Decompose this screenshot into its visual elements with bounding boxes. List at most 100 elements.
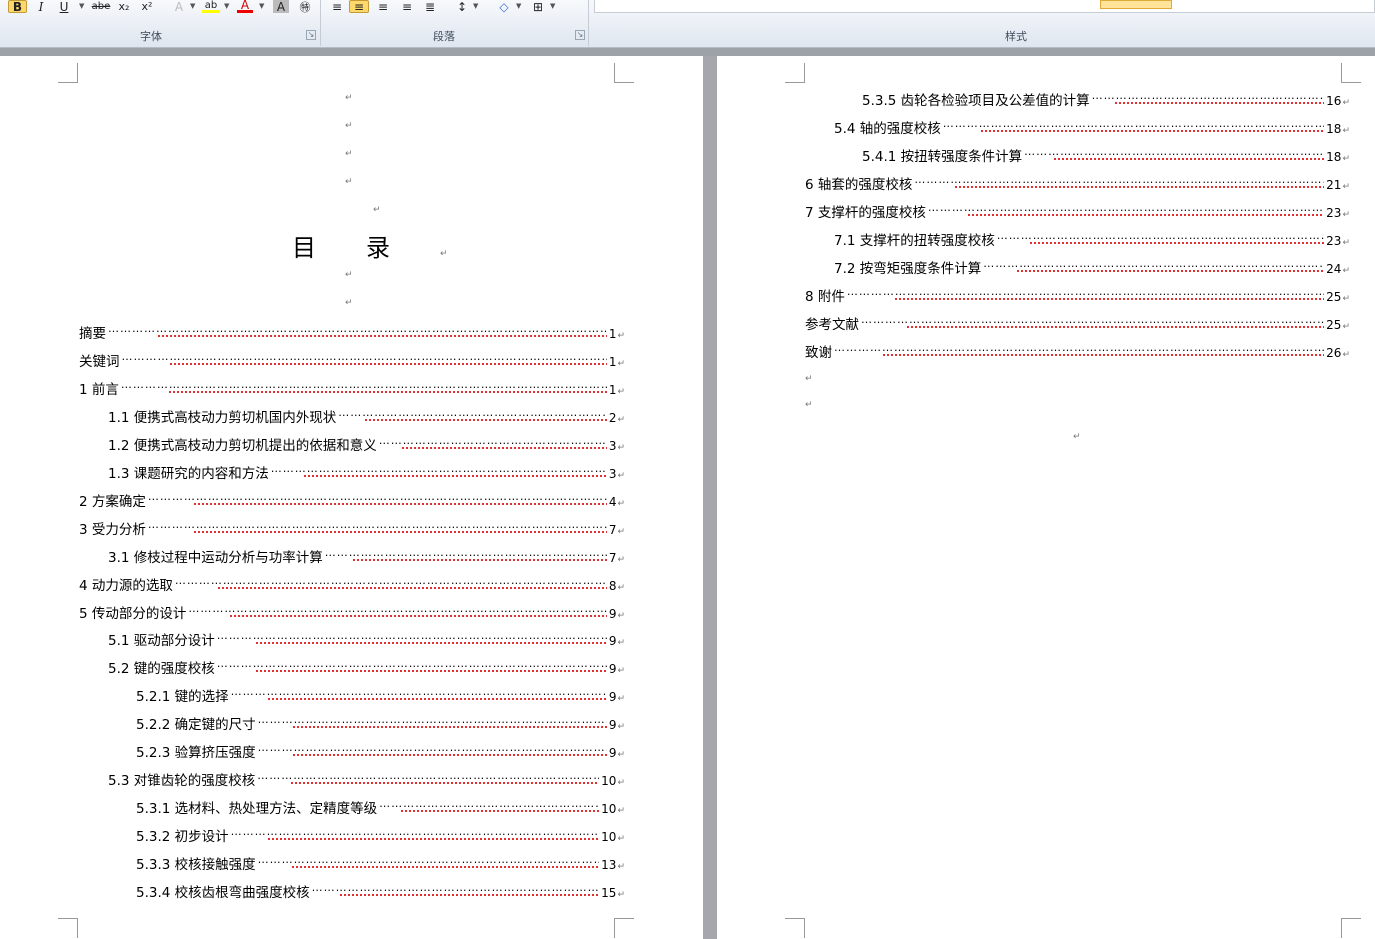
toc-entry[interactable]: 2 方案确定 4↵ (79, 490, 625, 510)
italic-button[interactable]: I (34, 0, 48, 14)
toc-entry[interactable]: 7.2 按弯矩强度条件计算 24↵ (834, 257, 1350, 277)
toc-entry[interactable]: 5.3.2 初步设计 10↵ (136, 825, 625, 845)
paragraph-mark: ↵ (617, 582, 625, 593)
toc-entry-label: 8 附件 (805, 289, 845, 305)
toc-entry[interactable]: 1.3 课题研究的内容和方法 3↵ (108, 462, 625, 482)
font-color-button[interactable]: A (237, 0, 253, 13)
toc-entry[interactable]: 1.1 便携式高枝动力剪切机国内外现状 2↵ (108, 406, 625, 426)
font-group-label: 字体 (140, 30, 162, 43)
paragraph-mark: ↵ (617, 638, 625, 649)
crop-mark (785, 63, 805, 83)
text-effects-button[interactable]: A (170, 0, 188, 14)
toc-entry-label: 参考文献 (805, 317, 859, 333)
toc-entry[interactable]: 1.2 便携式高枝动力剪切机提出的依据和意义 3↵ (108, 434, 625, 454)
font-color-dropdown-icon[interactable]: ▼ (259, 2, 264, 10)
superscript-button[interactable]: x² (139, 0, 155, 13)
underline-button[interactable]: U (57, 0, 71, 14)
toc-page-number: 7 (608, 550, 617, 565)
toc-entry[interactable]: 关键词 1↵ (79, 350, 625, 370)
toc-entry-label: 1.3 课题研究的内容和方法 (108, 465, 269, 482)
styles-gallery[interactable] (594, 0, 1375, 13)
highlight-dropdown-icon[interactable]: ▼ (224, 2, 229, 10)
borders-dropdown-icon[interactable]: ▼ (550, 2, 555, 10)
toc-entry[interactable]: 1 前言 1↵ (79, 378, 625, 398)
toc-entry[interactable]: 6 轴套的强度校核 21↵ (805, 173, 1350, 193)
toc-entry[interactable]: 5.3 对锥齿轮的强度校核 10↵ (108, 769, 625, 789)
paragraph-mark: ↵ (617, 414, 625, 425)
paragraph-mark: ↵ (805, 374, 813, 384)
toc-entry-label: 5.3.5 齿轮各检验项目及公差值的计算 (862, 93, 1090, 109)
toc-leader-dots (834, 341, 1325, 357)
toc-page-number: 9 (608, 746, 617, 761)
bold-button[interactable]: B (8, 0, 27, 14)
shading-button[interactable]: ◇ (496, 0, 512, 14)
crop-mark (1341, 918, 1361, 938)
line-spacing-dropdown-icon[interactable]: ▼ (473, 2, 478, 10)
toc-entry[interactable]: 3.1 修枝过程中运动分析与功率计算 7↵ (108, 546, 625, 566)
crop-mark (614, 63, 634, 83)
paragraph-mark: ↵ (345, 270, 353, 280)
toc-entry[interactable]: 4 动力源的选取 8↵ (79, 574, 625, 594)
toc-entry-label: 1.1 便携式高枝动力剪切机国内外现状 (108, 409, 337, 426)
toc-entry[interactable]: 5.3.4 校核齿根弯曲强度校核 15↵ (136, 881, 625, 901)
shading-dropdown-icon[interactable]: ▼ (516, 2, 521, 10)
align-right-button[interactable]: ≡ (375, 0, 391, 14)
page-gap (703, 56, 717, 939)
toc-page-number: 9 (608, 606, 617, 621)
paragraph-mark: ↵ (617, 526, 625, 537)
toc-leader-dots (271, 462, 607, 478)
highlight-button[interactable]: ab (202, 0, 220, 13)
line-spacing-button[interactable]: ↕ (454, 0, 470, 14)
align-center-button[interactable]: ≡ (349, 0, 369, 14)
toc-leader-dots (148, 518, 607, 534)
toc-entry-label: 2 方案确定 (79, 493, 146, 510)
borders-button[interactable]: ⊞ (530, 0, 546, 14)
toc-entry[interactable]: 7.1 支撑杆的扭转强度校核 23↵ (834, 229, 1350, 249)
toc-entry[interactable]: 8 附件 25↵ (805, 285, 1350, 305)
toc-entry[interactable]: 5.3.3 校核接触强度 13↵ (136, 853, 625, 873)
toc-entry[interactable]: 5.4 轴的强度校核 18↵ (834, 117, 1350, 137)
toc-entry[interactable]: 5 传动部分的设计 9↵ (79, 602, 625, 622)
underline-dropdown-icon[interactable]: ▼ (79, 2, 84, 10)
strikethrough-button[interactable]: abe (91, 0, 111, 13)
toc-entry[interactable]: 5.2 键的强度校核 9↵ (108, 657, 625, 677)
paragraph-mark: ↵ (1342, 98, 1350, 108)
toc-entry[interactable]: 5.2.2 确定键的尺寸 9↵ (136, 713, 625, 733)
toc-page-number: 10 (601, 830, 617, 845)
style-normal-selected[interactable] (1100, 0, 1172, 9)
paragraph-mark: ↵ (805, 400, 813, 410)
align-left-button[interactable]: ≡ (329, 0, 345, 14)
toc-page-number: 4 (608, 494, 617, 509)
toc-entry[interactable]: 5.2.3 验算挤压强度 9↵ (136, 741, 625, 761)
document-page-right[interactable]: 5.3.5 齿轮各检验项目及公差值的计算16↵ 5.4 轴的强度校核18↵ 5.4.… (717, 56, 1375, 939)
toc-entry[interactable]: 参考文献 25↵ (805, 313, 1350, 333)
character-shading-button[interactable]: A (273, 0, 289, 14)
enclose-character-button[interactable]: ㊕ (297, 0, 313, 14)
toc-entry[interactable]: 致谢 26↵ (805, 341, 1350, 361)
ribbon-separator (320, 0, 321, 46)
toc-entry-label: 5.4.1 按扭转强度条件计算 (862, 149, 1023, 165)
toc-entry[interactable]: 5.4.1 按扭转强度条件计算 18↵ (862, 145, 1350, 165)
toc-entry[interactable]: 摘要 1↵ (79, 322, 625, 342)
toc-entry[interactable]: 5.2.1 键的选择 9↵ (136, 685, 625, 705)
distribute-button[interactable]: ≣ (422, 0, 438, 14)
toc-entry[interactable]: 7 支撑杆的强度校核 23↵ (805, 201, 1350, 221)
styles-group-label: 样式 (1005, 30, 1027, 43)
toc-entry[interactable]: 5.3.5 齿轮各检验项目及公差值的计算 16↵ (862, 89, 1350, 109)
paragraph-dialog-launcher-icon[interactable]: ↘ (575, 30, 585, 40)
text-effects-dropdown-icon[interactable]: ▼ (190, 2, 195, 10)
document-page-left[interactable]: ↵ ↵ ↵ ↵ ↵ 目录↵ ↵ ↵ 摘要1↵关键词1↵1 前言1↵1.1 便携式… (0, 56, 703, 939)
paragraph-mark: ↵ (617, 358, 625, 369)
toc-entry[interactable]: 3 受力分析 7↵ (79, 518, 625, 538)
font-dialog-launcher-icon[interactable]: ↘ (306, 30, 316, 40)
subscript-button[interactable]: x₂ (116, 0, 132, 13)
toc-entry-label: 5.3.4 校核齿根弯曲强度校核 (136, 885, 310, 901)
paragraph-mark: ↵ (1342, 322, 1350, 332)
justify-button[interactable]: ≡ (399, 0, 415, 14)
paragraph-mark: ↵ (1342, 210, 1350, 220)
toc-page-number: 9 (608, 634, 617, 649)
toc-entry[interactable]: 5.1 驱动部分设计 9↵ (108, 629, 625, 649)
toc-entry[interactable]: 5.3.1 选材料、热处理方法、定精度等级 10↵ (136, 797, 625, 817)
toc-leader-dots (258, 713, 607, 729)
paragraph-mark: ↵ (1342, 350, 1350, 360)
